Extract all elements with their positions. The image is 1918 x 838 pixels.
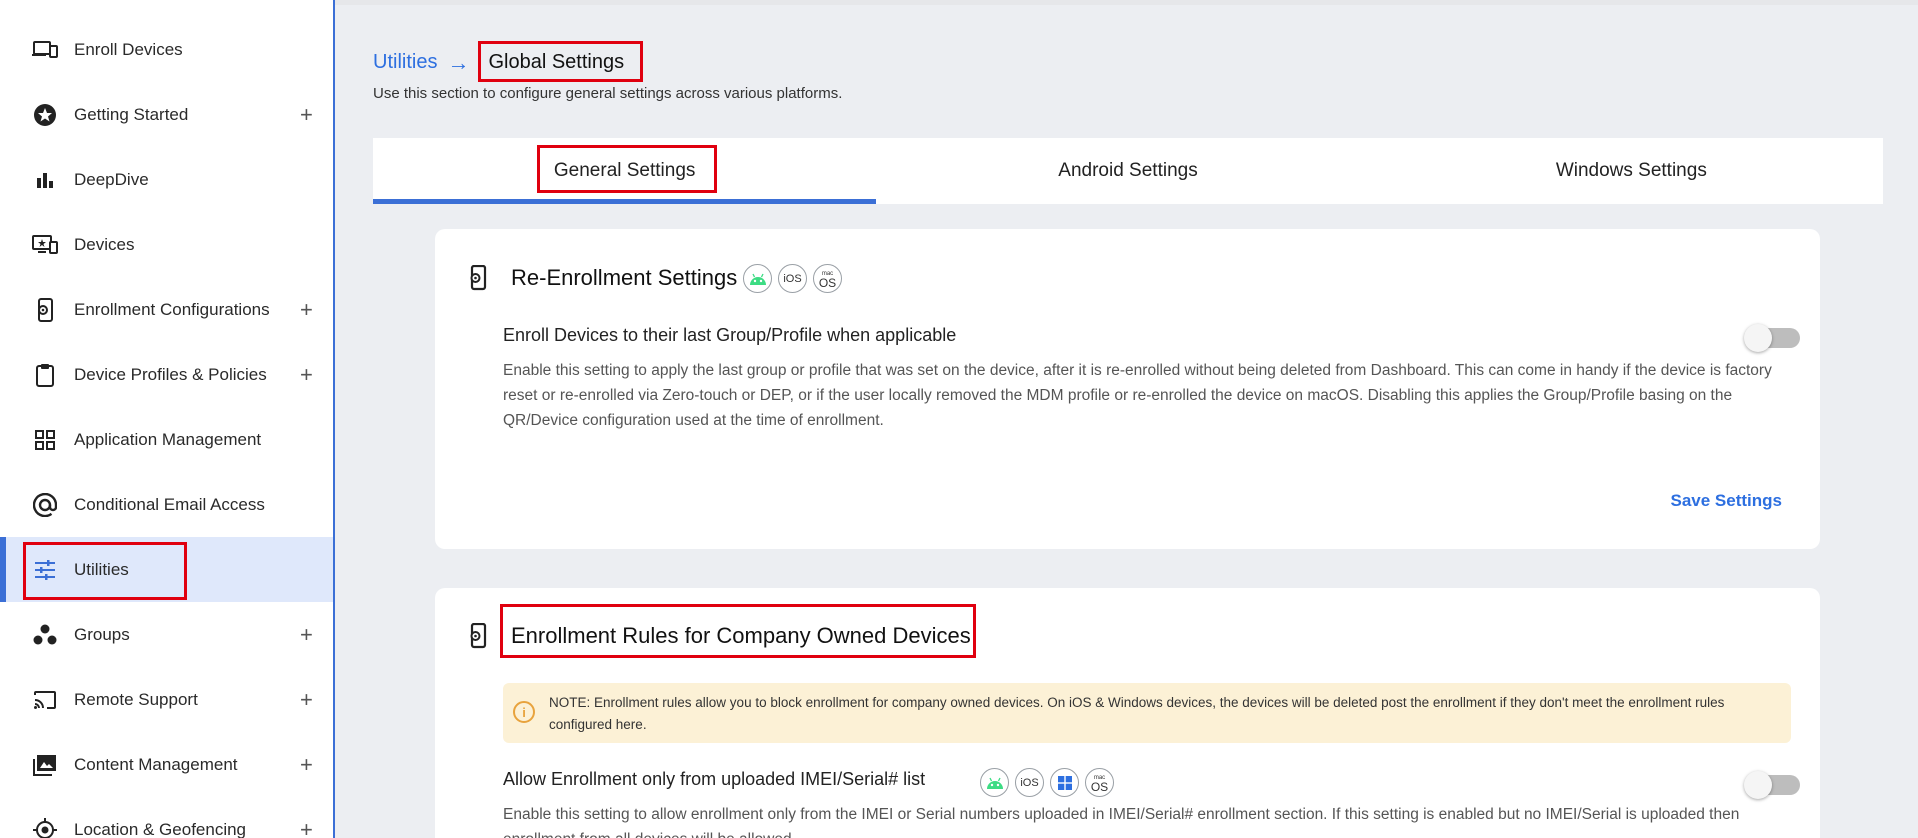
expand-icon[interactable]: + <box>300 622 313 648</box>
tab-label: Android Settings <box>1058 160 1198 181</box>
sidebar-item-label: Getting Started <box>74 104 189 124</box>
sidebar-item-label: Content Management <box>74 754 238 774</box>
macos-icon: mac OS <box>813 264 842 293</box>
sidebar-item-label: Groups <box>74 624 130 644</box>
sidebar-item-label: Utilities <box>74 559 129 579</box>
expand-icon[interactable]: + <box>300 102 313 128</box>
expand-icon[interactable]: + <box>300 687 313 713</box>
save-settings-button[interactable]: Save Settings <box>1671 491 1783 511</box>
sidebar-item-content-management[interactable]: Content Management + <box>0 732 333 797</box>
sidebar-item-groups[interactable]: Groups + <box>0 602 333 667</box>
arrow-right-icon: → <box>447 49 470 75</box>
toggle-knob <box>1744 771 1772 799</box>
setting-title: Enroll Devices to their last Group/Profi… <box>503 325 957 345</box>
ios-icon: iOS <box>778 264 807 293</box>
phone-gear-icon <box>32 297 58 323</box>
sidebar-item-label: Device Profiles & Policies <box>74 364 267 384</box>
location-icon <box>32 817 58 838</box>
os-badges: iOS mac OS <box>980 768 1114 797</box>
sidebar-item-label: Conditional Email Access <box>74 494 265 514</box>
breadcrumb: Utilities → Global Settings <box>373 48 633 77</box>
sidebar-item-label: Enroll Devices <box>74 39 183 59</box>
sidebar-item-label: DeepDive <box>74 169 149 189</box>
info-icon: i <box>513 701 535 723</box>
phone-gear-icon <box>467 622 491 649</box>
sidebar-item-application-management[interactable]: Application Management <box>0 407 333 472</box>
star-icon <box>32 102 58 128</box>
sidebar-item-remote-support[interactable]: Remote Support + <box>0 667 333 732</box>
apps-grid-icon <box>32 427 58 453</box>
expand-icon[interactable]: + <box>300 752 313 778</box>
sidebar-item-label: Location & Geofencing <box>74 819 247 838</box>
sidebar-item-device-profiles[interactable]: Device Profiles & Policies + <box>0 342 333 407</box>
sidebar-item-label: Enrollment Configurations <box>74 299 270 319</box>
at-icon <box>32 492 58 518</box>
toggle-knob <box>1744 324 1772 352</box>
reenrollment-title: Re-Enrollment Settings <box>511 265 738 290</box>
tab-android-settings[interactable]: Android Settings <box>876 138 1379 204</box>
enrollment-rules-card: Enrollment Rules for Company Owned Devic… <box>435 588 1820 838</box>
setting-title: Allow Enrollment only from uploaded IMEI… <box>503 769 926 789</box>
macos-icon: mac OS <box>1085 768 1114 797</box>
imei-serial-toggle[interactable] <box>1744 771 1800 799</box>
page-title: Global Settings <box>488 51 625 73</box>
expand-icon[interactable]: + <box>300 297 313 323</box>
tab-label: General Settings <box>553 160 696 181</box>
windows-icon <box>1050 768 1079 797</box>
sidebar-item-enroll-devices[interactable]: Enroll Devices <box>0 17 333 82</box>
monitor-icon <box>32 232 58 258</box>
main-content: Utilities → Global Settings Use this sec… <box>337 5 1900 838</box>
sidebar-item-label: Remote Support <box>74 689 198 709</box>
sidebar-item-getting-started[interactable]: Getting Started + <box>0 82 333 147</box>
sidebar: Enroll Devices Getting Started + DeepDiv… <box>0 0 335 838</box>
os-badges: iOS mac OS <box>743 264 842 293</box>
note-text: NOTE: Enrollment rules allow you to bloc… <box>549 695 1725 732</box>
expand-icon[interactable]: + <box>300 817 313 838</box>
cast-icon <box>32 687 58 713</box>
setting-description: Enable this setting to apply the last gr… <box>503 362 1772 429</box>
reenrollment-toggle[interactable] <box>1744 324 1800 352</box>
setting-description: Enable this setting to allow enrollment … <box>503 806 1740 838</box>
android-icon <box>743 264 772 293</box>
note-banner: i NOTE: Enrollment rules allow you to bl… <box>503 683 1791 743</box>
expand-icon[interactable]: + <box>300 362 313 388</box>
enrollment-rules-title: Enrollment Rules for Company Owned Devic… <box>511 623 971 648</box>
sidebar-item-utilities[interactable]: Utilities <box>0 537 333 602</box>
sidebar-item-label: Devices <box>74 234 135 254</box>
tab-general-settings[interactable]: General Settings <box>373 138 877 204</box>
image-icon <box>32 752 58 778</box>
settings-tabs: General Settings Android Settings Window… <box>373 138 1883 204</box>
page-subtitle: Use this section to configure general se… <box>373 85 843 102</box>
sliders-icon <box>32 557 58 583</box>
clipboard-icon <box>32 362 58 388</box>
tab-label: Windows Settings <box>1555 160 1707 181</box>
sidebar-item-devices[interactable]: Devices <box>0 212 333 277</box>
sidebar-item-label: Application Management <box>74 429 262 449</box>
macos-big-text: OS <box>818 275 837 290</box>
bar-chart-icon <box>32 167 58 193</box>
sidebar-item-deepdive[interactable]: DeepDive <box>0 147 333 212</box>
reenrollment-settings-card: Re-Enrollment Settings iOS mac OS Enroll… <box>435 229 1820 549</box>
tab-windows-settings[interactable]: Windows Settings <box>1380 138 1883 204</box>
ios-icon: iOS <box>1015 768 1044 797</box>
groups-icon <box>32 622 58 648</box>
android-icon <box>980 768 1009 797</box>
sidebar-item-enrollment-configurations[interactable]: Enrollment Configurations + <box>0 277 333 342</box>
sidebar-item-conditional-email-access[interactable]: Conditional Email Access <box>0 472 333 537</box>
breadcrumb-utilities-link[interactable]: Utilities <box>373 51 437 74</box>
phone-gear-icon <box>467 264 491 291</box>
macos-big-text: OS <box>1090 779 1109 794</box>
sidebar-item-location-geofencing[interactable]: Location & Geofencing + <box>0 797 333 838</box>
devices-icon <box>32 37 58 63</box>
